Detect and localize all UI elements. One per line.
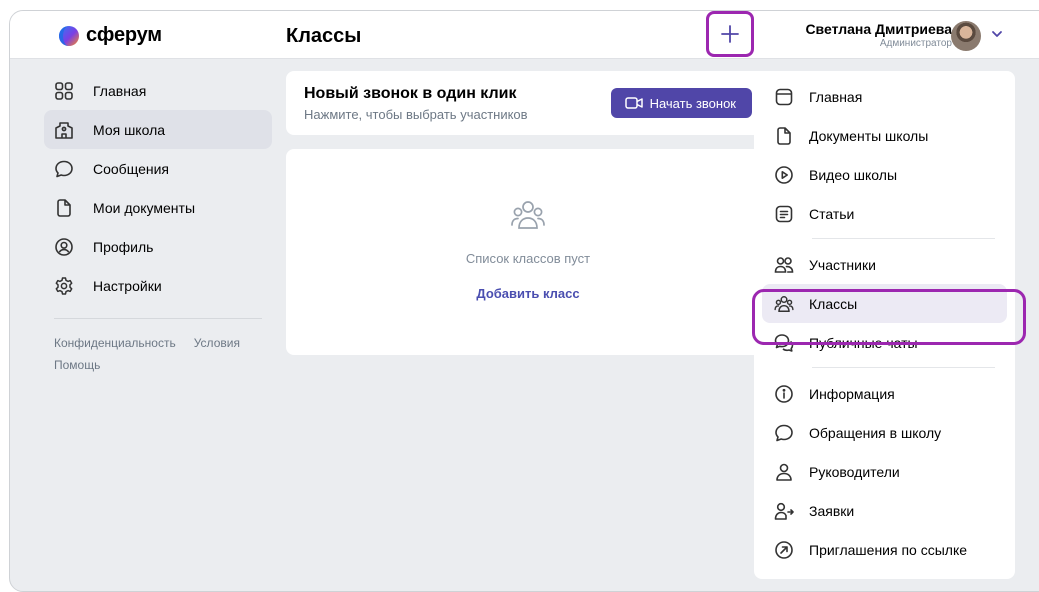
- video-camera-icon: [624, 96, 643, 110]
- gear-icon: [54, 276, 74, 296]
- sidebar-item-my-documents[interactable]: Мои документы: [44, 188, 272, 227]
- sidebar-item-my-school[interactable]: Моя школа: [44, 110, 272, 149]
- logo[interactable]: сферум: [58, 24, 162, 47]
- classes-highlight-frame: [752, 289, 1026, 345]
- sidebar-item-profile[interactable]: Профиль: [44, 227, 272, 266]
- sidebar-item-label: Моя школа: [93, 121, 166, 138]
- school-menu-label: Видео школы: [809, 166, 898, 183]
- school-menu-item-requests[interactable]: Заявки: [762, 491, 1007, 530]
- school-menu-label: Участники: [809, 256, 876, 273]
- school-menu-label: Статьи: [809, 205, 855, 222]
- start-call-button[interactable]: Начать звонок: [610, 88, 752, 118]
- grid-icon: [54, 81, 74, 101]
- school-menu-item-appeals[interactable]: Обращения в школу: [762, 413, 1007, 452]
- school-menu-label: Документы школы: [809, 127, 929, 144]
- chat-icon: [774, 423, 794, 443]
- app-window: сферум Классы Светлана Дмитриева Админис…: [9, 10, 1039, 592]
- terms-link[interactable]: Условия: [194, 336, 240, 350]
- school-menu-label: Главная: [809, 88, 863, 105]
- profile-icon: [54, 237, 74, 257]
- article-icon: [774, 204, 794, 224]
- school-menu-label: Приглашения по ссылке: [809, 541, 968, 558]
- avatar[interactable]: [951, 21, 981, 51]
- sidebar-item-label: Мои документы: [93, 199, 196, 216]
- home-icon: [774, 87, 794, 107]
- sidebar-item-home[interactable]: Главная: [44, 71, 272, 110]
- left-sidebar: Главная Моя школа Сообщения Мои документ…: [44, 71, 272, 376]
- school-menu-item-articles[interactable]: Статьи: [762, 194, 1007, 233]
- school-menu-label: Руководители: [809, 463, 900, 480]
- sferum-logo-icon: [59, 25, 79, 46]
- users-icon: [774, 255, 794, 275]
- classes-list-card: Список классов пуст Добавить класс: [286, 149, 770, 355]
- user-icon: [774, 462, 794, 482]
- school-menu-item-managers[interactable]: Руководители: [762, 452, 1007, 491]
- group-icon: [511, 201, 545, 229]
- call-card-subtitle: Нажмите, чтобы выбрать участников: [304, 107, 528, 122]
- start-call-label: Начать звонок: [649, 95, 736, 111]
- user-arrow-icon: [774, 501, 794, 521]
- user-name: Светлана Дмитриева: [805, 21, 952, 37]
- link-arrow-icon: [774, 540, 794, 560]
- logo-text: сферум: [86, 24, 162, 46]
- document-icon: [774, 126, 794, 146]
- call-card-title: Новый звонок в один клик: [304, 85, 517, 102]
- sidebar-footer-links: Конфиденциальность Условия Помощь: [44, 332, 272, 376]
- school-menu-item-videos[interactable]: Видео школы: [762, 155, 1007, 194]
- plus-icon: [721, 25, 739, 43]
- add-button[interactable]: [706, 11, 754, 57]
- sidebar-item-settings[interactable]: Настройки: [44, 266, 272, 305]
- sidebar-item-label: Профиль: [93, 238, 154, 255]
- privacy-link[interactable]: Конфиденциальность: [54, 336, 176, 350]
- top-bar: сферум Классы Светлана Дмитриева Админис…: [10, 11, 1039, 59]
- school-icon: [54, 120, 74, 140]
- add-class-link[interactable]: Добавить класс: [286, 286, 770, 301]
- user-info[interactable]: Светлана Дмитриева Администратор: [805, 21, 952, 49]
- school-menu-item-home[interactable]: Главная: [762, 77, 1007, 116]
- school-menu-label: Обращения в школу: [809, 424, 942, 441]
- user-role: Администратор: [879, 38, 952, 49]
- info-icon: [774, 384, 794, 404]
- video-icon: [774, 165, 794, 185]
- school-menu-item-invite-links[interactable]: Приглашения по ссылке: [762, 530, 1007, 569]
- school-menu-item-members[interactable]: Участники: [762, 245, 1007, 284]
- page-title: Классы: [286, 25, 362, 47]
- new-call-card: Новый звонок в один клик Нажмите, чтобы …: [286, 71, 770, 135]
- chevron-down-icon[interactable]: [991, 29, 1003, 39]
- document-icon: [54, 198, 74, 218]
- school-menu-label: Заявки: [809, 502, 855, 519]
- school-menu-item-information[interactable]: Информация: [762, 374, 1007, 413]
- sidebar-item-label: Сообщения: [93, 160, 169, 177]
- school-menu-divider: [812, 367, 995, 368]
- school-menu-divider: [812, 238, 995, 239]
- school-menu-item-documents[interactable]: Документы школы: [762, 116, 1007, 155]
- sidebar-item-label: Главная: [93, 82, 147, 99]
- school-menu-label: Информация: [809, 385, 895, 402]
- chat-icon: [54, 159, 74, 179]
- sidebar-item-messages[interactable]: Сообщения: [44, 149, 272, 188]
- sidebar-item-label: Настройки: [93, 277, 162, 294]
- empty-state-text: Список классов пуст: [465, 251, 591, 266]
- sidebar-divider: [54, 318, 262, 319]
- help-link[interactable]: Помощь: [54, 358, 100, 372]
